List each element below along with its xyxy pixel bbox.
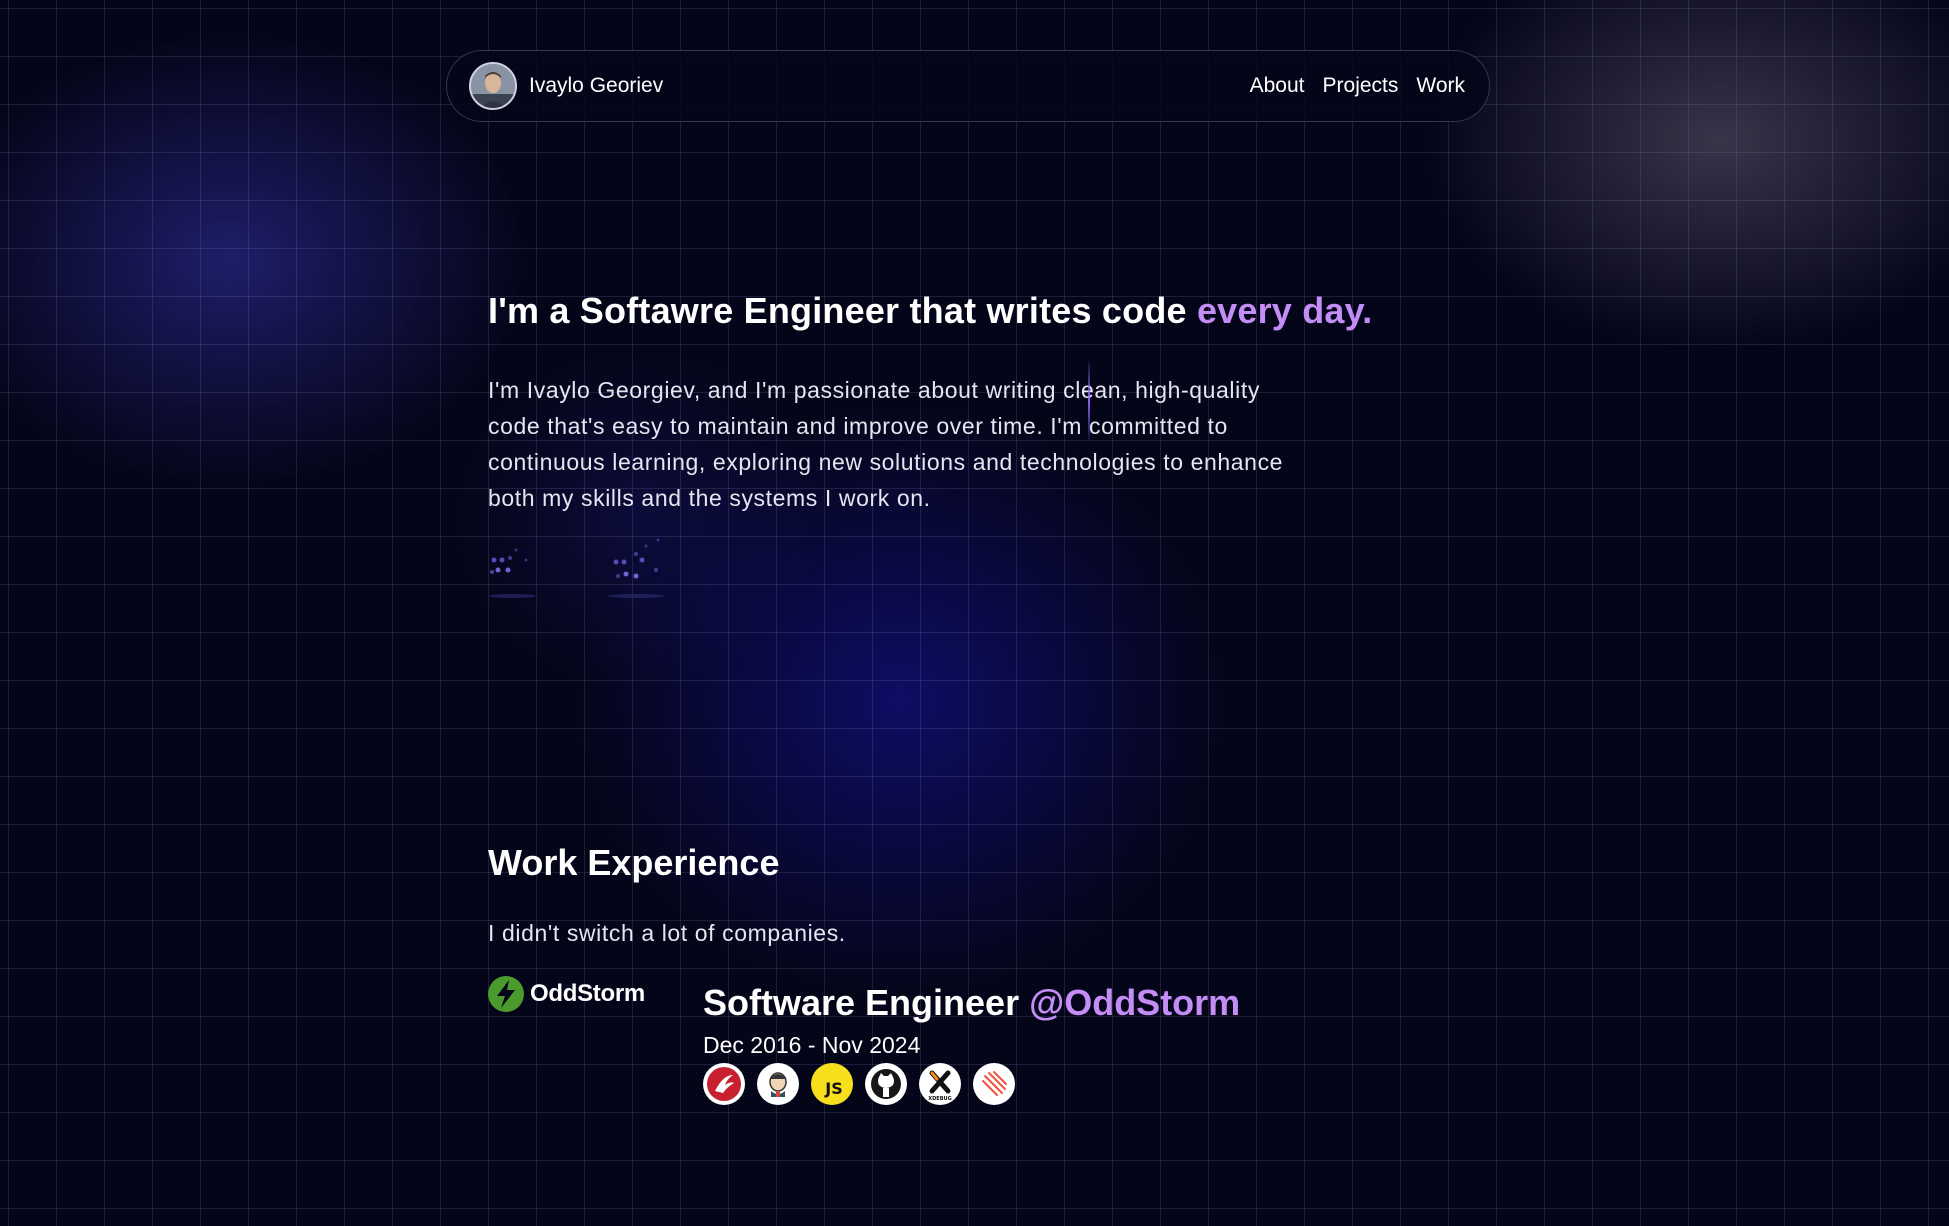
hero-title-accent: every day. xyxy=(1196,290,1373,331)
job-role: Software Engineer xyxy=(703,982,1020,1023)
laminas-icon xyxy=(703,1063,745,1105)
particles-decoration-right xyxy=(608,538,664,598)
company-logo: OddStorm xyxy=(488,976,645,1012)
avatar xyxy=(469,62,517,110)
job-dates: Dec 2016 - Nov 2024 xyxy=(703,1032,921,1058)
brand-link[interactable]: Ivaylo Georiev xyxy=(469,62,663,110)
hero-description: I'm Ivaylo Georgiev, and I'm passionate … xyxy=(488,377,1284,511)
company-name: OddStorm xyxy=(530,980,645,1007)
jenkins-icon xyxy=(757,1063,799,1105)
oddstorm-bolt-icon xyxy=(488,976,524,1012)
particles-decoration-left xyxy=(488,548,536,598)
laravel-icon xyxy=(973,1063,1015,1105)
background-grid xyxy=(0,0,1949,1226)
xdebug-icon: XDEBUG xyxy=(919,1063,961,1105)
job-title: Software Engineer @OddStorm xyxy=(703,982,1240,1024)
javascript-icon: JS xyxy=(811,1063,853,1105)
tech-stack: JS XDEBUG xyxy=(703,1063,1015,1105)
javascript-label: JS xyxy=(825,1078,843,1098)
cursor-glow-line xyxy=(1088,362,1090,440)
nav-link-projects[interactable]: Projects xyxy=(1323,74,1399,98)
brand-name: Ivaylo Georiev xyxy=(529,74,664,97)
hero-title: I'm a Softawre Engineer that writes code… xyxy=(488,290,1372,332)
top-navbar: Ivaylo Georiev About Projects Work xyxy=(446,50,1490,122)
work-section-subtitle: I didn't switch a lot of companies. xyxy=(488,920,846,946)
nav-link-work[interactable]: Work xyxy=(1416,74,1465,98)
github-icon xyxy=(865,1063,907,1105)
nav-links: About Projects Work xyxy=(1250,74,1465,98)
job-company-link[interactable]: @OddStorm xyxy=(1029,982,1240,1023)
nav-link-about[interactable]: About xyxy=(1250,74,1305,98)
work-section-title: Work Experience xyxy=(488,842,780,883)
hero-title-text: I'm a Softawre Engineer that writes code xyxy=(488,290,1187,331)
xdebug-label: XDEBUG xyxy=(928,1096,952,1102)
